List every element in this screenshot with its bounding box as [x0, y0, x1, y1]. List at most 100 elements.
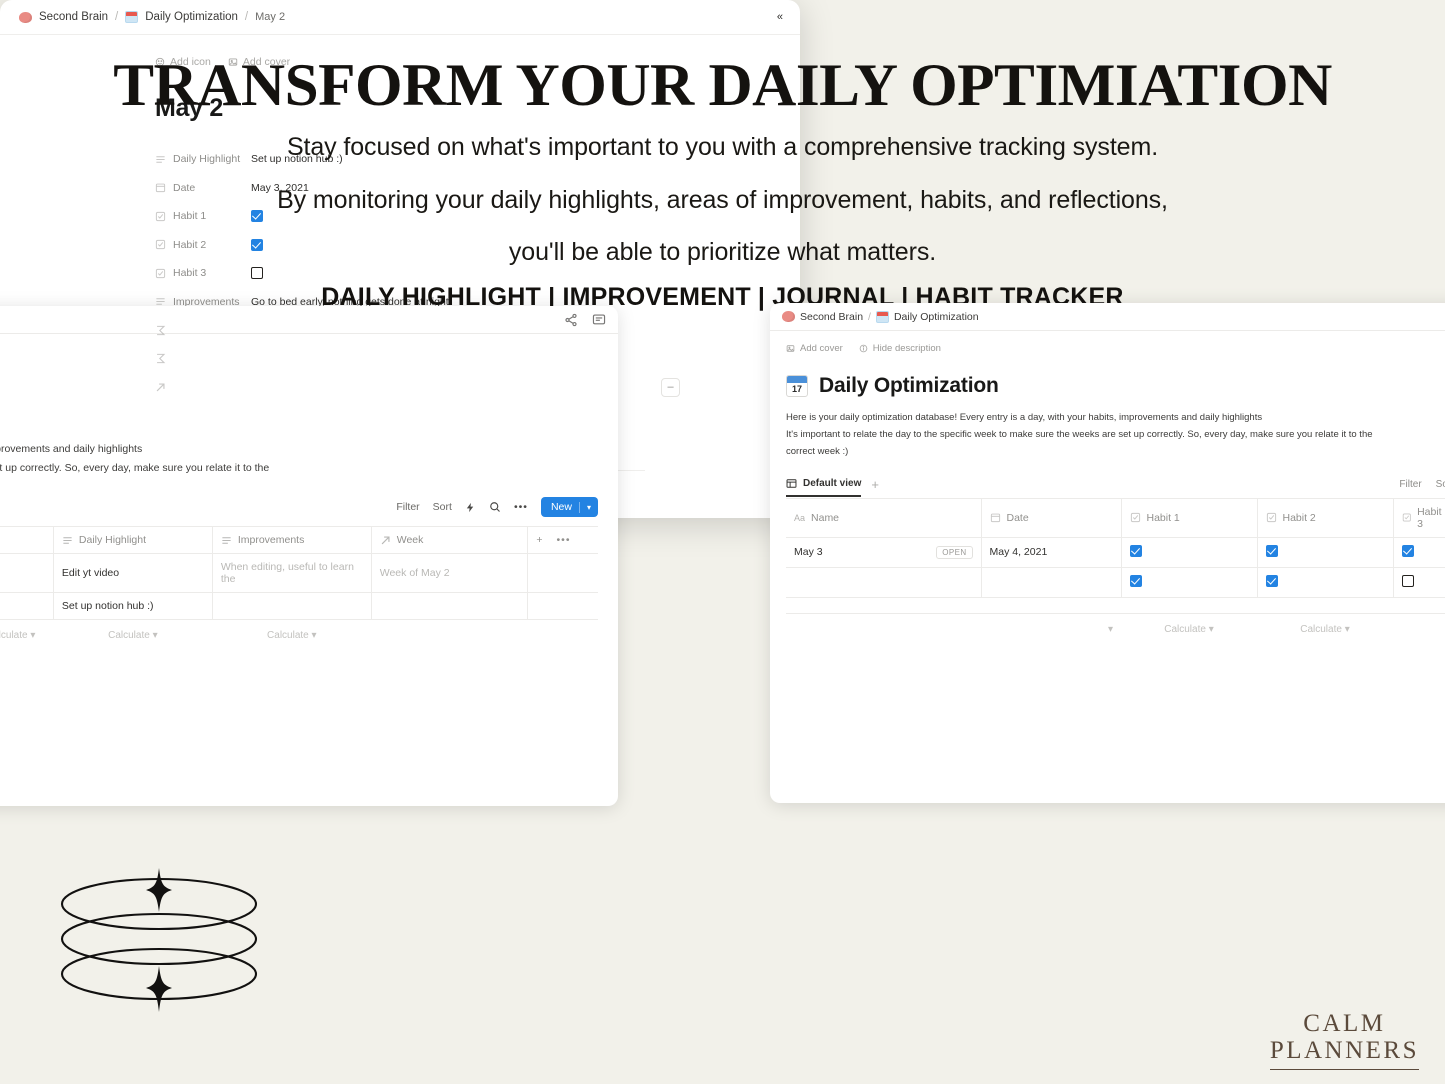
share-icon[interactable] [564, 313, 578, 327]
breadcrumb-page[interactable]: Daily Optimization [894, 311, 979, 323]
left-window-body: tion Every entry is a day, with your hab… [0, 398, 618, 648]
col-daily-highlight[interactable]: Daily Highlight [53, 526, 213, 555]
calculate-date[interactable]: ▾ [981, 613, 1121, 642]
cell-daily-highlight[interactable]: Set up notion hub :) [53, 592, 213, 621]
cell-habit-3[interactable] [1393, 566, 1445, 598]
checkbox-habit-1[interactable] [1129, 574, 1142, 587]
calculate-improvements[interactable]: Calculate ▾ [212, 620, 371, 649]
left-window-desc-1: Every entry is a day, with your habits, … [0, 443, 143, 455]
checkbox-habit-3[interactable] [1401, 574, 1414, 587]
calculate-progress[interactable]: Calculate ▾ [0, 620, 53, 649]
left-window-desc-2: cific week to make sure the weeks are se… [0, 462, 270, 475]
table-row[interactable]: 10 🎉 Yay! Edit yt video When editing, us… [0, 553, 598, 594]
left-window-actions [564, 313, 606, 327]
header-subtitle-line-3: you'll be able to prioritize what matter… [508, 238, 937, 266]
relation-icon [156, 383, 165, 392]
cell-habit-2[interactable] [1257, 566, 1394, 598]
checkbox-habit-2[interactable] [1265, 544, 1278, 557]
col-daily-highlight-label: Daily Highlight [78, 534, 147, 547]
filter-button[interactable]: Filter [396, 501, 419, 513]
col-habit-2-label: Habit 2 [1282, 511, 1316, 524]
table-row[interactable]: May 3 OPEN May 4, 2021 [786, 536, 1445, 568]
sort-button[interactable]: Sort [1436, 479, 1445, 490]
text-icon [156, 298, 165, 306]
breadcrumb-workspace[interactable]: Second Brain [800, 311, 863, 323]
cell-date[interactable]: May 4, 2021 [981, 536, 1122, 568]
left-table-head: Progress Daily Highlight [0, 526, 598, 555]
cell-progress[interactable]: 🎉 Yay! [0, 553, 54, 594]
cell-name[interactable] [786, 566, 982, 598]
cell-week[interactable]: Week of May 2 [371, 553, 529, 594]
checkbox-habit-3[interactable] [1401, 544, 1414, 557]
text-icon [63, 537, 72, 544]
calendar-icon [990, 513, 1000, 523]
lightning-icon[interactable] [465, 501, 476, 514]
cell-date[interactable] [981, 566, 1122, 598]
calendar-emoji-icon: 17 [786, 375, 808, 397]
right-table-body: May 3 OPEN May 4, 2021 ▾ Calculate ▾ Cal… [786, 536, 1445, 642]
cell-habit-1[interactable] [1121, 536, 1258, 568]
col-week[interactable]: Week [371, 526, 529, 555]
brand-logo: CALM PLANNERS [1269, 1009, 1419, 1070]
col-date[interactable]: Date [981, 497, 1122, 538]
hide-description-button[interactable]: Hide description [859, 343, 941, 354]
left-table-body: 10 🎉 Yay! Edit yt video When editing, us… [0, 553, 598, 649]
add-cover-button[interactable]: Add cover [786, 343, 843, 354]
checkbox-icon [1402, 513, 1411, 522]
col-progress[interactable]: Progress [0, 526, 54, 555]
info-icon [859, 344, 868, 353]
checkbox-habit-2[interactable] [251, 238, 263, 251]
sparkle-bottom-icon [146, 966, 172, 1012]
cell-week[interactable] [371, 592, 529, 621]
right-window-desc-2: It's important to relate the day to the … [786, 428, 1373, 440]
calc-empty-2 [528, 620, 598, 649]
col-habit-1[interactable]: Habit 1 [1121, 497, 1258, 538]
table-icon [786, 478, 797, 488]
right-notion-window[interactable]: Second Brain / Daily Optimization Add co… [770, 303, 1445, 803]
calculate-habit-1[interactable]: Calculate ▾ [1121, 613, 1257, 642]
add-view-button[interactable]: + [871, 477, 879, 498]
relation-icon [381, 536, 390, 545]
cell-progress[interactable]: 67% [0, 592, 54, 621]
col-habit-2[interactable]: Habit 2 [1257, 497, 1394, 538]
checkbox-habit-2[interactable] [1265, 574, 1278, 587]
cell-daily-highlight[interactable]: Edit yt video [53, 553, 213, 594]
tab-default-view[interactable]: Default view [786, 478, 862, 497]
more-columns-icon[interactable]: ••• [556, 534, 570, 546]
table-row[interactable] [786, 566, 1445, 598]
brand-line-1: CALM [1303, 1009, 1386, 1037]
cell-improvements[interactable]: When editing, useful to learn the [212, 553, 372, 594]
calculate-daily-highlight[interactable]: Calculate ▾ [53, 620, 212, 649]
col-habit-3[interactable]: Habit 3 [1393, 497, 1445, 538]
cell-habit-2[interactable] [1257, 536, 1394, 568]
remove-relation-button[interactable]: – [661, 377, 680, 397]
table-spacer-row [786, 596, 1445, 614]
left-notion-window[interactable]: ptimization tion Every entry is a day, w… [0, 306, 618, 806]
cell-improvements[interactable] [212, 592, 372, 621]
chevron-down-icon[interactable]: ▾ [587, 503, 591, 512]
text-icon [222, 537, 231, 544]
search-icon[interactable] [489, 501, 501, 513]
add-column-icon[interactable]: + [536, 534, 542, 546]
calculate-habit-2[interactable]: Calculate ▾ [1257, 613, 1393, 642]
cell-habit-1[interactable] [1121, 566, 1258, 598]
cell-name[interactable]: May 3 OPEN [786, 536, 982, 568]
col-improvements[interactable]: Improvements [212, 526, 372, 555]
new-button[interactable]: New ▾ [540, 497, 598, 518]
checkbox-habit-1[interactable] [1129, 544, 1142, 557]
comment-icon[interactable] [592, 313, 606, 327]
col-name[interactable]: Aa Name [786, 497, 982, 538]
col-add[interactable]: + ••• [527, 526, 598, 555]
checkbox-habit-1[interactable] [251, 210, 263, 223]
cell-habit-3[interactable] [1393, 536, 1445, 568]
table-row[interactable]: 6.7 67% Set up notion hub :) [0, 592, 598, 621]
checkbox-habit-3[interactable] [251, 267, 263, 280]
right-window-desc-1: Here is your daily optimization database… [786, 412, 1263, 423]
more-icon[interactable]: ••• [514, 501, 528, 513]
filter-button[interactable]: Filter [1399, 479, 1421, 490]
calc-empty-week [371, 620, 528, 649]
open-button[interactable]: OPEN [936, 545, 973, 559]
sort-button[interactable]: Sort [433, 501, 452, 513]
right-window-table: Aa Name Date Habit 1 Habit 2 Habit 3 May… [786, 497, 1445, 642]
right-window-title: Daily Optimization [819, 374, 999, 397]
